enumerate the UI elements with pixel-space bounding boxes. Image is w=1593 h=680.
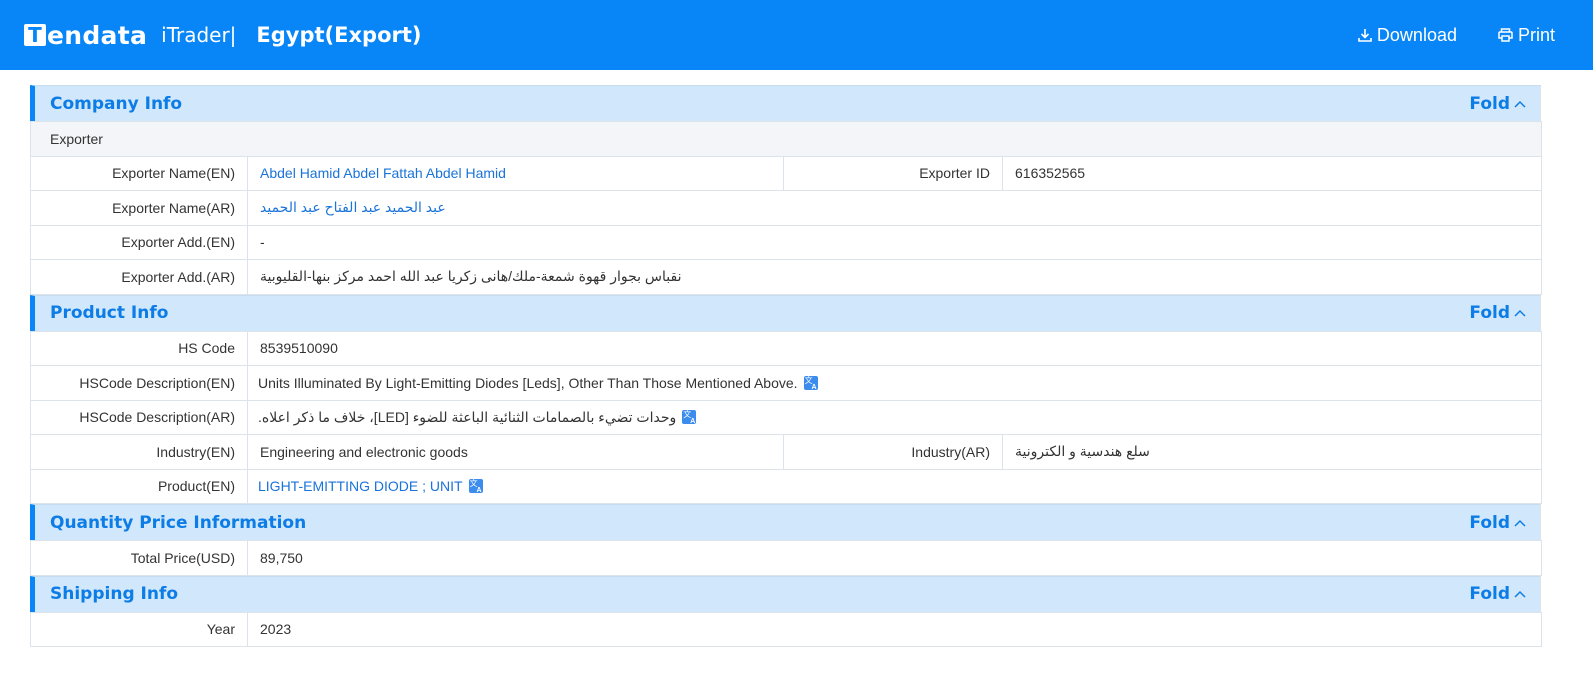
quantity-price-header: Quantity Price Information Fold	[30, 504, 1541, 540]
logo-mark: T	[24, 24, 46, 46]
quantity-price-title: Quantity Price Information	[50, 512, 307, 533]
print-icon	[1498, 28, 1513, 42]
product-en-cell: LIGHT-EMITTING DIODE ; UNIT	[246, 468, 1543, 504]
download-label: Download	[1376, 24, 1457, 45]
hs-desc-ar-value: وحدات تضيء بالصمامات الثنائية الباعثة لل…	[258, 408, 677, 425]
product-info-table: HS Code 8539510090 HSCode Description(EN…	[30, 330, 1543, 505]
exporter-name-en-link[interactable]: Abdel Hamid Abdel Fattah Abdel Hamid	[247, 155, 784, 191]
table-row: HSCode Description(EN) Units Illuminated…	[30, 365, 1543, 401]
year-label: Year	[30, 611, 248, 647]
fold-label: Fold	[1469, 93, 1510, 114]
top-bar: T endata iTrader| Egypt(Export) Download…	[0, 0, 1593, 70]
hs-desc-en-value: Units Illuminated By Light-Emitting Diod…	[258, 374, 798, 391]
product-en-link[interactable]: LIGHT-EMITTING DIODE ; UNIT	[258, 478, 463, 494]
shipping-fold-button[interactable]: Fold	[1469, 584, 1526, 604]
industry-en-value: Engineering and electronic goods	[247, 434, 784, 470]
exporter-add-ar-value: نقباس بجوار قهوة شمعة-ملك/هانى زكريا عبد…	[260, 268, 682, 285]
exporter-add-en-value: -	[246, 224, 1543, 260]
exporter-add-ar-label: Exporter Add.(AR)	[30, 259, 248, 295]
page-title: Egypt(Export)	[256, 23, 422, 47]
fold-label: Fold	[1469, 584, 1510, 604]
download-icon	[1358, 29, 1372, 42]
top-actions: Download Print	[1317, 0, 1555, 70]
industry-en-label: Industry(EN)	[30, 434, 248, 470]
table-row: Exporter Name(AR) عبد الحميد عبد الفتاح …	[30, 190, 1543, 226]
table-row: Industry(EN) Engineering and electronic …	[30, 434, 1543, 470]
company-fold-button[interactable]: Fold	[1469, 94, 1526, 114]
exporter-id-value: 616352565	[1001, 155, 1543, 191]
shipping-info-header: Shipping Info Fold	[30, 575, 1541, 612]
exporter-add-ar-cell: نقباس بجوار قهوة شمعة-ملك/هانى زكريا عبد…	[246, 259, 1543, 295]
industry-ar-value: سلع هندسية و الكترونية	[1015, 443, 1150, 460]
fold-label: Fold	[1469, 303, 1510, 323]
product-info-title: Product Info	[50, 303, 169, 323]
exporter-add-en-label: Exporter Add.(EN)	[30, 224, 248, 260]
print-button[interactable]: Print	[1497, 25, 1555, 46]
exporter-name-ar-cell: عبد الحميد عبد الفتاح عبد الحميد	[246, 190, 1543, 226]
company-info-title: Company Info	[50, 93, 183, 114]
hs-desc-ar-cell: وحدات تضيء بالصمامات الثنائية الباعثة لل…	[246, 399, 1543, 435]
table-row: Product(EN) LIGHT-EMITTING DIODE ; UNIT	[30, 468, 1543, 504]
total-price-label: Total Price(USD)	[30, 540, 248, 576]
shipping-info-table: Year 2023	[30, 611, 1542, 648]
tendata-logo[interactable]: T endata	[24, 21, 147, 50]
hs-desc-en-label: HSCode Description(EN)	[30, 365, 248, 401]
exporter-id-label: Exporter ID	[783, 155, 1003, 191]
table-row: HS Code 8539510090	[30, 330, 1543, 366]
print-label: Print	[1517, 24, 1555, 45]
exporter-subhead-label: Exporter	[29, 121, 1543, 157]
hs-desc-ar-label: HSCode Description(AR)	[30, 399, 248, 435]
company-info-table: Exporter Exporter Name(EN) Abdel Hamid A…	[29, 121, 1543, 295]
exporter-name-ar-link[interactable]: عبد الحميد عبد الفتاح عبد الحميد	[260, 199, 446, 216]
hs-code-value: 8539510090	[246, 330, 1543, 366]
detail-content: Company Info Fold Exporter Exporter Name…	[29, 85, 1543, 648]
table-row: Exporter Add.(EN) -	[30, 224, 1543, 260]
chevron-up-icon	[1514, 519, 1526, 527]
industry-ar-label: Industry(AR)	[783, 434, 1003, 470]
product-fold-button[interactable]: Fold	[1469, 303, 1526, 323]
exporter-subhead: Exporter	[29, 121, 1543, 157]
hs-code-label: HS Code	[30, 330, 248, 366]
product-info-header: Product Info Fold	[30, 294, 1541, 331]
chevron-up-icon	[1514, 309, 1526, 317]
quantity-fold-button[interactable]: Fold	[1469, 513, 1526, 533]
product-name: iTrader|	[161, 23, 237, 47]
logo-text: endata	[47, 20, 148, 50]
translate-icon[interactable]	[468, 478, 483, 494]
exporter-name-en-label: Exporter Name(EN)	[30, 155, 248, 191]
fold-label: Fold	[1469, 512, 1510, 533]
exporter-name-ar-label: Exporter Name(AR)	[30, 190, 248, 226]
company-info-header: Company Info Fold	[30, 85, 1541, 121]
table-row: Exporter Add.(AR) نقباس بجوار قهوة شمعة-…	[30, 259, 1543, 295]
hs-desc-en-cell: Units Illuminated By Light-Emitting Diod…	[246, 365, 1543, 401]
industry-ar-cell: سلع هندسية و الكترونية	[1001, 434, 1543, 470]
year-value: 2023	[247, 611, 1542, 647]
quantity-price-table: Total Price(USD) 89,750	[30, 540, 1542, 576]
total-price-value: 89,750	[247, 540, 1542, 576]
table-row: HSCode Description(AR) وحدات تضيء بالصما…	[30, 399, 1543, 435]
table-row: Exporter Name(EN) Abdel Hamid Abdel Fatt…	[30, 155, 1543, 191]
table-row: Year 2023	[30, 611, 1542, 647]
translate-icon[interactable]	[803, 375, 818, 391]
chevron-up-icon	[1514, 100, 1526, 108]
product-en-label: Product(EN)	[30, 468, 248, 504]
translate-icon[interactable]	[682, 409, 697, 425]
download-button[interactable]: Download	[1357, 25, 1457, 46]
table-row: Total Price(USD) 89,750	[30, 540, 1542, 576]
chevron-up-icon	[1514, 590, 1526, 598]
shipping-info-title: Shipping Info	[50, 584, 179, 604]
